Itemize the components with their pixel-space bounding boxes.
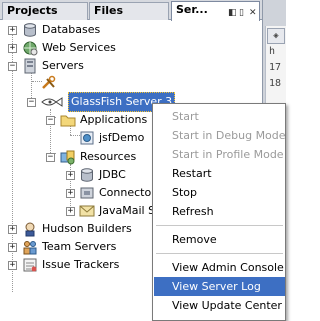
tree-item-connectors[interactable]: Connector (79, 184, 156, 202)
tree-item-team-servers[interactable]: Team Servers (22, 238, 116, 256)
expand-icon[interactable]: + (8, 243, 17, 252)
tab-projects[interactable]: Projects (2, 2, 88, 20)
tab-services-label: Ser... (176, 3, 208, 16)
team-icon (22, 239, 38, 255)
maximize-icon[interactable]: ▯ (239, 5, 244, 21)
tree-item-javamail[interactable]: JavaMail S (79, 202, 155, 220)
tree-item-label: Databases (42, 23, 101, 36)
tree-item-label: Resources (80, 150, 137, 163)
tree-item-issue-trackers[interactable]: Issue Trackers (22, 256, 119, 274)
collapse-icon[interactable]: − (8, 62, 17, 71)
database-icon (22, 22, 38, 38)
menu-separator (156, 225, 283, 226)
editor-line: h (269, 46, 276, 57)
context-menu: Start Start in Debug Mode Start in Profi… (152, 103, 286, 321)
collapse-icon[interactable]: − (27, 98, 36, 107)
tree-item-label: Web Services (42, 41, 116, 54)
tree-item-label: Hudson Builders (42, 222, 132, 235)
menu-item-stop[interactable]: Stop (154, 183, 285, 202)
editor-toolbar-icon[interactable]: ◈ (267, 28, 285, 44)
tree-item-label: Applications (80, 113, 148, 126)
folder-icon (60, 112, 76, 128)
tree-item-label: Connector (99, 186, 156, 199)
expand-icon[interactable]: + (8, 44, 17, 53)
tab-services[interactable]: Ser... ◧ ▯ ✕ (171, 1, 260, 21)
menu-item-remove[interactable]: Remove (154, 230, 285, 249)
tree-item-databases[interactable]: Databases (22, 21, 100, 39)
tree-item-applications[interactable]: Applications (60, 111, 147, 129)
glassfish-icon (40, 94, 64, 110)
tools-icon (41, 75, 57, 91)
expand-icon[interactable]: + (66, 207, 75, 216)
tree-item-servers[interactable]: Servers (22, 57, 84, 75)
tree-item-label: Issue Trackers (42, 258, 120, 271)
expand-icon[interactable]: + (66, 171, 75, 180)
resources-icon (60, 149, 76, 165)
tab-files[interactable]: Files (89, 2, 169, 20)
menu-item-start-debug[interactable]: Start in Debug Mode (154, 126, 286, 145)
collapse-icon[interactable]: − (46, 153, 55, 162)
expand-icon[interactable]: + (66, 189, 75, 198)
tree-item-jdbc[interactable]: JDBC (79, 166, 126, 184)
expand-icon[interactable]: + (8, 26, 17, 35)
tree-item-resources[interactable]: Resources (60, 148, 136, 166)
menu-separator (156, 253, 283, 254)
tracker-icon (22, 257, 38, 273)
menu-item-refresh[interactable]: Refresh (154, 202, 285, 221)
tree-item-label: JavaMail S (99, 204, 156, 217)
tab-files-label: Files (94, 4, 124, 17)
minimize-icon[interactable]: ◧ (228, 5, 237, 21)
tree-item-label: jsfDemo (99, 131, 145, 144)
expand-icon[interactable]: + (8, 261, 17, 270)
tree-item-label: JDBC (99, 168, 126, 181)
menu-item-view-update-center[interactable]: View Update Center (154, 296, 285, 315)
hudson-icon (22, 221, 38, 237)
menu-item-view-server-log[interactable]: View Server Log (154, 277, 285, 296)
connector-icon (79, 185, 95, 201)
tree-item-label: Servers (42, 59, 84, 72)
tree-item-web-services[interactable]: Web Services (22, 39, 116, 57)
menu-item-start[interactable]: Start (154, 107, 285, 126)
close-icon[interactable]: ✕ (249, 5, 257, 21)
tab-strip: Projects Files Ser... ◧ ▯ ✕ (0, 0, 286, 21)
server-icon (22, 58, 38, 74)
editor-line: 18 (269, 78, 282, 89)
menu-item-restart[interactable]: Restart (154, 164, 285, 183)
globe-icon (22, 40, 38, 56)
tree-item-server-node[interactable] (41, 74, 61, 92)
tree-item-label: Team Servers (42, 240, 117, 253)
menu-item-start-profile[interactable]: Start in Profile Mode (154, 145, 285, 164)
mail-icon (79, 203, 95, 219)
web-app-icon (79, 130, 95, 146)
collapse-icon[interactable]: − (46, 116, 55, 125)
expand-icon[interactable]: + (8, 225, 17, 234)
tree-item-jsfdemo[interactable]: jsfDemo (79, 129, 144, 147)
menu-item-view-admin-console[interactable]: View Admin Console (154, 258, 285, 277)
editor-line: 17 (269, 62, 282, 73)
tab-projects-label: Projects (7, 4, 58, 17)
tree-item-hudson-builders[interactable]: Hudson Builders (22, 220, 132, 238)
database-icon (79, 167, 95, 183)
